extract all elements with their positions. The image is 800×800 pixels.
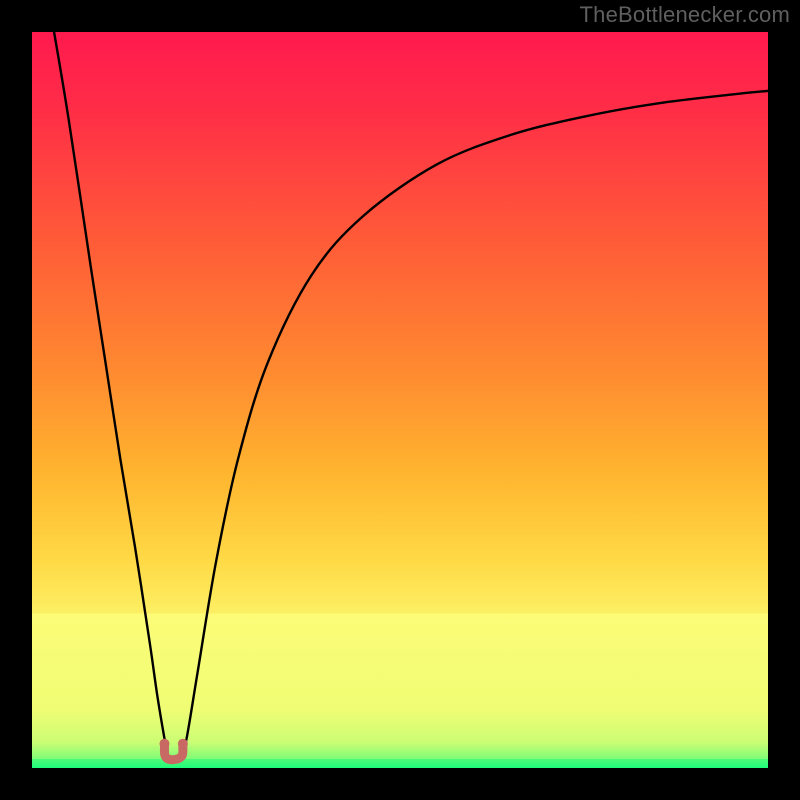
dip-marker-end (178, 739, 188, 749)
bottleneck-curve-svg (32, 32, 768, 768)
dip-marker-end (159, 739, 169, 749)
plot-area (32, 32, 768, 768)
chart-frame: TheBottlenecker.com (0, 0, 800, 800)
bottleneck-curve-line (54, 32, 768, 759)
dip-marker (159, 739, 187, 760)
attribution-text: TheBottlenecker.com (580, 2, 790, 28)
